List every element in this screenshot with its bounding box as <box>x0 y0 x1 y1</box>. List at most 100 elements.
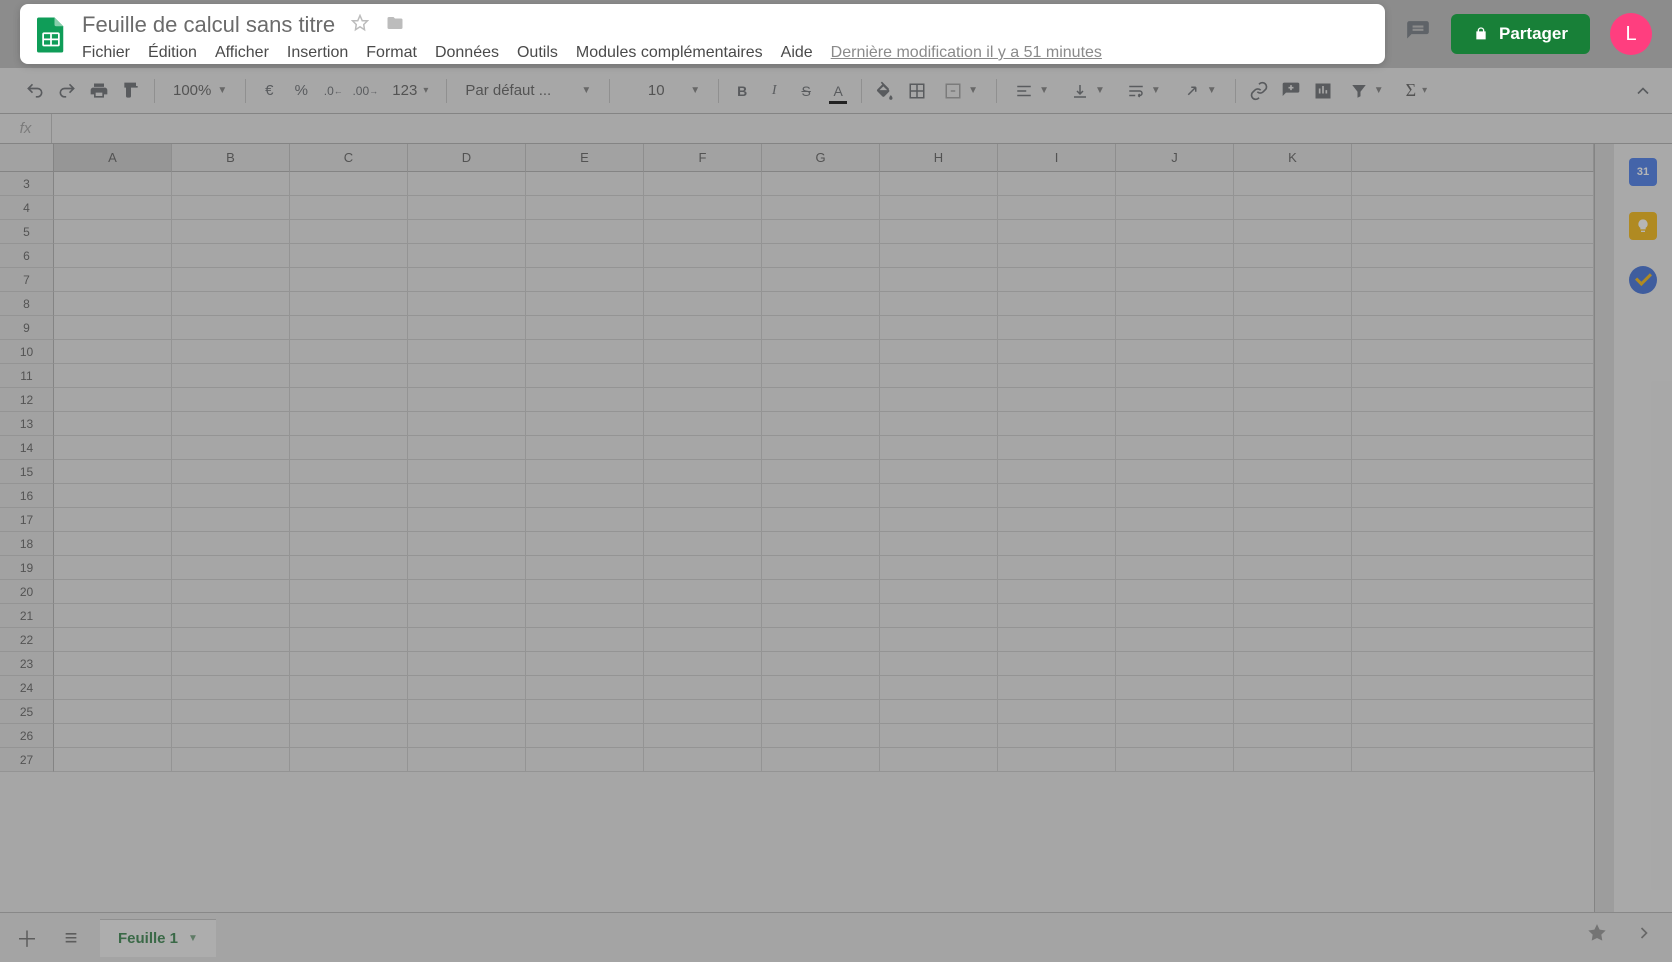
cell[interactable] <box>998 700 1116 724</box>
cell[interactable] <box>998 556 1116 580</box>
cell[interactable] <box>1116 316 1234 340</box>
cell[interactable] <box>644 676 762 700</box>
cell[interactable] <box>526 532 644 556</box>
cell[interactable] <box>1234 388 1352 412</box>
cell[interactable] <box>172 412 290 436</box>
cell[interactable] <box>1352 316 1594 340</box>
cell[interactable] <box>1116 724 1234 748</box>
cell[interactable] <box>644 412 762 436</box>
row-header[interactable]: 6 <box>0 244 54 268</box>
cell[interactable] <box>762 460 880 484</box>
cell[interactable] <box>408 340 526 364</box>
cell[interactable] <box>644 532 762 556</box>
cell[interactable] <box>762 652 880 676</box>
row-header[interactable]: 17 <box>0 508 54 532</box>
cell[interactable] <box>172 724 290 748</box>
cell[interactable] <box>762 628 880 652</box>
cell[interactable] <box>880 532 998 556</box>
cell[interactable] <box>1116 196 1234 220</box>
cell[interactable] <box>880 724 998 748</box>
text-rotation-dropdown[interactable]: ▼ <box>1177 82 1223 100</box>
cell[interactable] <box>526 580 644 604</box>
cell[interactable] <box>762 556 880 580</box>
currency-button[interactable]: € <box>258 80 280 102</box>
cell[interactable] <box>290 460 408 484</box>
cell[interactable] <box>1352 724 1594 748</box>
cell[interactable] <box>880 316 998 340</box>
cell[interactable] <box>880 556 998 580</box>
cell[interactable] <box>290 748 408 772</box>
row-header[interactable]: 4 <box>0 196 54 220</box>
cell[interactable] <box>1352 412 1594 436</box>
cell[interactable] <box>1116 340 1234 364</box>
cell[interactable] <box>880 748 998 772</box>
row-header[interactable]: 24 <box>0 676 54 700</box>
cell[interactable] <box>762 580 880 604</box>
cell[interactable] <box>1234 700 1352 724</box>
cell[interactable] <box>1234 220 1352 244</box>
cell[interactable] <box>644 388 762 412</box>
cell[interactable] <box>1116 580 1234 604</box>
cell[interactable] <box>1116 628 1234 652</box>
cell[interactable] <box>644 460 762 484</box>
cell[interactable] <box>644 508 762 532</box>
font-family-dropdown[interactable]: Par défaut ...▼ <box>459 82 597 99</box>
cell[interactable] <box>526 508 644 532</box>
text-color-icon[interactable]: A <box>827 80 849 102</box>
sheet-tab-active[interactable]: Feuille 1 ▼ <box>100 919 216 957</box>
cell[interactable] <box>172 196 290 220</box>
cell[interactable] <box>172 748 290 772</box>
vertical-align-dropdown[interactable]: ▼ <box>1065 82 1111 100</box>
cell[interactable] <box>644 436 762 460</box>
cell[interactable] <box>998 412 1116 436</box>
cell[interactable] <box>998 580 1116 604</box>
cell[interactable] <box>762 268 880 292</box>
cell[interactable] <box>1234 244 1352 268</box>
cell[interactable] <box>1352 364 1594 388</box>
cell[interactable] <box>644 748 762 772</box>
insert-comment-icon[interactable] <box>1280 80 1302 102</box>
cell[interactable] <box>998 628 1116 652</box>
menu-outils[interactable]: Outils <box>517 44 558 62</box>
menu-donnees[interactable]: Données <box>435 44 499 62</box>
cell[interactable] <box>998 484 1116 508</box>
cell[interactable] <box>1234 628 1352 652</box>
cell[interactable] <box>172 316 290 340</box>
cell[interactable] <box>54 364 172 388</box>
cell[interactable] <box>408 604 526 628</box>
cell[interactable] <box>998 292 1116 316</box>
cell[interactable] <box>880 292 998 316</box>
formula-input[interactable] <box>52 114 1672 143</box>
cell[interactable] <box>54 556 172 580</box>
cell[interactable] <box>644 580 762 604</box>
cell[interactable] <box>998 532 1116 556</box>
cell[interactable] <box>762 532 880 556</box>
cell[interactable] <box>1234 748 1352 772</box>
cell[interactable] <box>762 412 880 436</box>
horizontal-align-dropdown[interactable]: ▼ <box>1009 82 1055 100</box>
cell[interactable] <box>1234 268 1352 292</box>
row-header[interactable]: 22 <box>0 628 54 652</box>
cell[interactable] <box>526 604 644 628</box>
paint-format-icon[interactable] <box>120 80 142 102</box>
cell[interactable] <box>408 388 526 412</box>
cell[interactable] <box>526 748 644 772</box>
print-icon[interactable] <box>88 80 110 102</box>
cell[interactable] <box>54 436 172 460</box>
cell[interactable] <box>1116 436 1234 460</box>
cell[interactable] <box>54 724 172 748</box>
cell[interactable] <box>54 196 172 220</box>
decrease-decimal-icon[interactable]: .0← <box>322 80 344 102</box>
cell[interactable] <box>408 172 526 196</box>
cell[interactable] <box>172 628 290 652</box>
cell[interactable] <box>1352 580 1594 604</box>
cell[interactable] <box>998 340 1116 364</box>
cell[interactable] <box>54 460 172 484</box>
cell[interactable] <box>290 292 408 316</box>
star-icon[interactable] <box>351 14 369 37</box>
cell[interactable] <box>762 508 880 532</box>
cell[interactable] <box>408 412 526 436</box>
cell[interactable] <box>1234 172 1352 196</box>
cell[interactable] <box>998 724 1116 748</box>
show-side-panel-icon[interactable] <box>1634 923 1654 948</box>
